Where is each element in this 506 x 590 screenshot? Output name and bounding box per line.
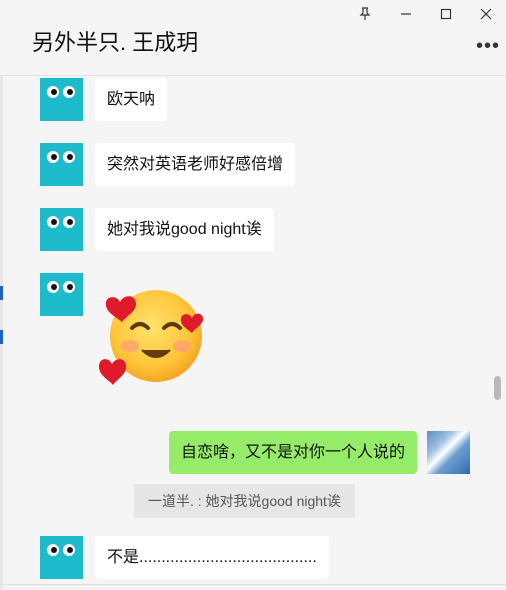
message-bubble[interactable]: 欧天呐 — [95, 78, 168, 121]
avatar[interactable] — [40, 273, 83, 316]
avatar-eye — [63, 86, 75, 98]
divider — [0, 584, 506, 585]
more-icon[interactable]: ••• — [476, 36, 500, 56]
message-bubble[interactable]: 她对我说good night诶 — [95, 208, 274, 251]
sent-message-bubble[interactable]: 自恋啥，又不是对你一个人说的 — [168, 431, 417, 474]
avatar-eye — [47, 216, 59, 228]
scrollbar-thumb[interactable] — [494, 376, 501, 400]
pin-icon — [359, 7, 371, 20]
close-button[interactable] — [475, 4, 497, 24]
message-row: 突然对英语老师好感倍增 — [40, 143, 296, 186]
message-row: 不是......................................… — [40, 536, 329, 579]
minimize-icon — [401, 13, 411, 15]
avatar-eye — [47, 281, 59, 293]
message-row: 她对我说good night诶 — [40, 208, 274, 251]
chat-header: 另外半只. 王成玥 ••• — [0, 0, 506, 76]
pin-button[interactable] — [354, 4, 376, 24]
message-row — [40, 273, 83, 316]
maximize-icon — [440, 8, 452, 20]
avatar-eye — [47, 544, 59, 556]
smiling-face-with-hearts-icon[interactable] — [96, 288, 212, 398]
avatar-eye — [63, 544, 75, 556]
avatar-eye — [47, 86, 59, 98]
message-list[interactable]: 欧天呐 突然对英语老师好感倍增 她对我说good night诶 自恋啥，又不是对… — [0, 76, 506, 590]
quoted-reply[interactable]: 一道半. : 她对我说good night诶 — [134, 484, 355, 518]
message-bubble[interactable]: 突然对英语老师好感倍增 — [95, 143, 296, 186]
avatar[interactable] — [40, 208, 83, 251]
message-row-sent: 自恋啥，又不是对你一个人说的 — [168, 431, 470, 474]
avatar-eye — [63, 281, 75, 293]
avatar[interactable] — [40, 78, 83, 121]
minimize-button[interactable] — [395, 4, 417, 24]
avatar[interactable] — [40, 536, 83, 579]
avatar[interactable] — [40, 143, 83, 186]
avatar-eye — [47, 151, 59, 163]
message-bubble[interactable]: 不是......................................… — [95, 536, 329, 579]
maximize-button[interactable] — [435, 4, 457, 24]
my-avatar[interactable] — [427, 431, 470, 474]
avatar-eye — [63, 216, 75, 228]
chat-title: 另外半只. 王成玥 — [32, 30, 199, 55]
avatar-eye — [63, 151, 75, 163]
close-icon — [480, 8, 492, 20]
message-row: 欧天呐 — [40, 78, 168, 121]
